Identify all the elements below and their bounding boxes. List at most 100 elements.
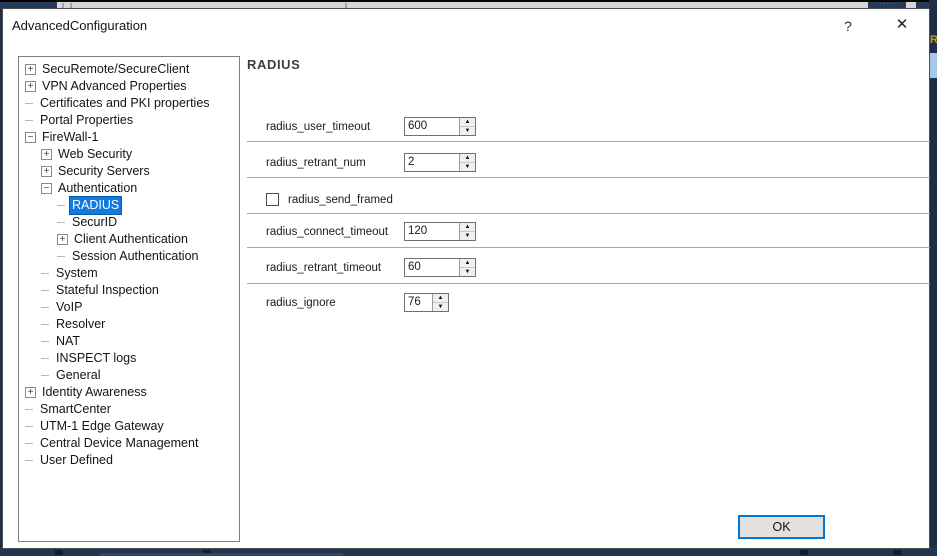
expand-plus-icon[interactable]: + <box>57 234 68 245</box>
background-mark <box>893 550 901 555</box>
tree-connector <box>41 358 49 359</box>
tree-item-vpn-advanced-properties[interactable]: + VPN Advanced Properties <box>19 78 239 95</box>
field-label: radius_connect_timeout <box>266 226 404 238</box>
tree-item-label: Client Authentication <box>72 231 190 248</box>
expand-plus-icon[interactable]: + <box>41 166 52 177</box>
radius_send_framed-checkbox[interactable] <box>266 193 279 206</box>
spin-up-icon[interactable]: ▲ <box>460 223 475 232</box>
tree-connector <box>41 307 49 308</box>
tree-connector <box>25 426 33 427</box>
tree-item-label: UTM-1 Edge Gateway <box>38 418 166 435</box>
expand-plus-icon[interactable]: + <box>25 64 36 75</box>
tree-item-label: INSPECT logs <box>54 350 138 367</box>
tree-item-securid[interactable]: SecurID <box>19 214 239 231</box>
radius_user_timeout-input[interactable]: 600▲▼ <box>404 117 476 136</box>
tree-item-label: General <box>54 367 102 384</box>
expand-plus-icon[interactable]: + <box>25 387 36 398</box>
tree-item-session-authentication[interactable]: Session Authentication <box>19 248 239 265</box>
background-app-right-strip: R <box>929 0 937 556</box>
collapse-minus-icon[interactable]: − <box>41 183 52 194</box>
tree-connector <box>41 324 49 325</box>
tree-item-label: Stateful Inspection <box>54 282 161 299</box>
spin-down-icon[interactable]: ▼ <box>433 303 448 311</box>
form-row-radius_user_timeout: radius_user_timeout600▲▼ <box>266 117 476 136</box>
tree-item-label: System <box>54 265 100 282</box>
collapse-minus-icon[interactable]: − <box>25 132 36 143</box>
tree-item-radius[interactable]: RADIUS <box>19 197 239 214</box>
tree-item-label: Identity Awareness <box>40 384 149 401</box>
tree-item-system[interactable]: System <box>19 265 239 282</box>
dialog-title: AdvancedConfiguration <box>12 18 147 33</box>
tree-item-securemote-secureclient[interactable]: + SecuRemote/SecureClient <box>19 61 239 78</box>
tree-connector <box>41 341 49 342</box>
tree-item-identity-awareness[interactable]: + Identity Awareness <box>19 384 239 401</box>
row-separator <box>247 141 930 142</box>
tree-item-stateful-inspection[interactable]: Stateful Inspection <box>19 282 239 299</box>
background-mark <box>800 550 808 555</box>
spin-down-icon[interactable]: ▼ <box>460 127 475 135</box>
spinner-buttons: ▲▼ <box>459 223 475 240</box>
tree-item-label: Security Servers <box>56 163 152 180</box>
tree-connector <box>25 120 33 121</box>
tree-item-central-device-management[interactable]: Central Device Management <box>19 435 239 452</box>
tree-item-utm-1-edge-gateway[interactable]: UTM-1 Edge Gateway <box>19 418 239 435</box>
ok-button[interactable]: OK <box>738 515 825 539</box>
tree-item-voip[interactable]: VoIP <box>19 299 239 316</box>
radius_connect_timeout-input[interactable]: 120▲▼ <box>404 222 476 241</box>
help-icon[interactable]: ? <box>839 16 857 36</box>
spin-down-icon[interactable]: ▼ <box>460 232 475 240</box>
tree-item-web-security[interactable]: +Web Security <box>19 146 239 163</box>
spin-down-icon[interactable]: ▼ <box>460 268 475 276</box>
field-value[interactable]: 2 <box>405 154 459 171</box>
tree-item-certificates-and-pki-properties[interactable]: Certificates and PKI properties <box>19 95 239 112</box>
field-value[interactable]: 120 <box>405 223 459 240</box>
field-label: radius_send_framed <box>288 194 393 206</box>
expand-plus-icon[interactable]: + <box>25 81 36 92</box>
radius_retrant_num-input[interactable]: 2▲▼ <box>404 153 476 172</box>
spinner-buttons: ▲▼ <box>459 154 475 171</box>
tree-connector <box>25 460 33 461</box>
radius_ignore-input[interactable]: 76▲▼ <box>404 293 449 312</box>
tree-item-smartcenter[interactable]: SmartCenter <box>19 401 239 418</box>
spin-up-icon[interactable]: ▲ <box>460 154 475 163</box>
tree-item-label: User Defined <box>38 452 115 469</box>
spin-up-icon[interactable]: ▲ <box>433 294 448 303</box>
tree-item-label: VPN Advanced Properties <box>40 78 189 95</box>
tree-item-label: VoIP <box>54 299 84 316</box>
close-icon[interactable]: ✕ <box>891 14 913 36</box>
row-separator <box>247 177 930 178</box>
tree-item-label: Portal Properties <box>38 112 135 129</box>
field-value[interactable]: 60 <box>405 259 459 276</box>
spin-down-icon[interactable]: ▼ <box>460 163 475 171</box>
tree-item-label: Resolver <box>54 316 107 333</box>
field-value[interactable]: 600 <box>405 118 459 135</box>
tree-item-general[interactable]: General <box>19 367 239 384</box>
screen: ···· R AdvancedConfiguration ? ✕ +SecuRe… <box>0 0 937 556</box>
background-app-bottom-strip <box>0 548 937 556</box>
tree-item-portal-properties[interactable]: Portal Properties <box>19 112 239 129</box>
tree-item-inspect-logs[interactable]: INSPECT logs <box>19 350 239 367</box>
spin-up-icon[interactable]: ▲ <box>460 259 475 268</box>
tree-item-authentication[interactable]: −Authentication <box>19 180 239 197</box>
page-title: RADIUS <box>247 57 300 72</box>
field-label: radius_retrant_timeout <box>266 262 404 274</box>
tree-item-client-authentication[interactable]: + Client Authentication <box>19 231 239 248</box>
radius_retrant_timeout-input[interactable]: 60▲▼ <box>404 258 476 277</box>
tree-item-user-defined[interactable]: User Defined <box>19 452 239 469</box>
field-label: radius_ignore <box>266 297 404 309</box>
tree-connector <box>57 222 65 223</box>
tree-item-label: SecuRemote/SecureClient <box>40 61 191 78</box>
field-value[interactable]: 76 <box>405 294 432 311</box>
tree-item-resolver[interactable]: Resolver <box>19 316 239 333</box>
tree-item-label: SmartCenter <box>38 401 113 418</box>
tree-connector <box>57 256 65 257</box>
tree-item-firewall-1[interactable]: −FireWall-1 <box>19 129 239 146</box>
tree-item-label: SecurID <box>70 214 119 231</box>
expand-plus-icon[interactable]: + <box>41 149 52 160</box>
tree-item-label: Central Device Management <box>38 435 200 452</box>
tree-item-security-servers[interactable]: + Security Servers <box>19 163 239 180</box>
spin-up-icon[interactable]: ▲ <box>460 118 475 127</box>
form-row-radius_send_framed: radius_send_framed <box>266 190 393 209</box>
tree-connector <box>41 375 49 376</box>
tree-item-nat[interactable]: NAT <box>19 333 239 350</box>
